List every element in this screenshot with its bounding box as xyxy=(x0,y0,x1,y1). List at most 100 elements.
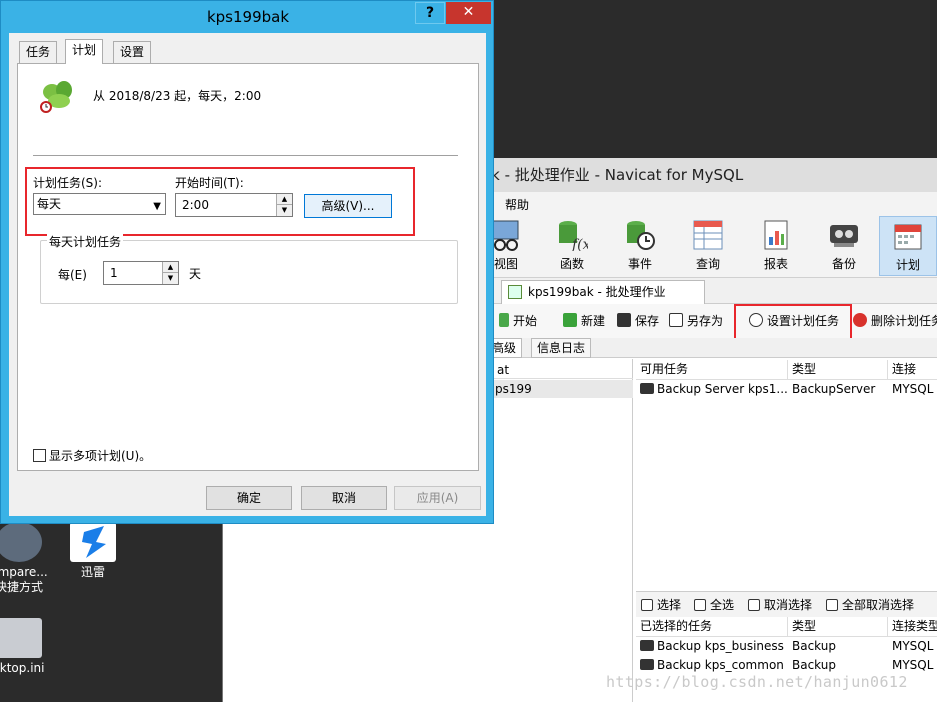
cancel-button[interactable]: 取消 xyxy=(301,486,387,510)
function-icon: f(x) xyxy=(556,219,596,253)
tab-info-log[interactable]: 信息日志 xyxy=(531,338,592,358)
column-header[interactable]: 连接 xyxy=(888,360,937,379)
task-name: Backup Server kps1... xyxy=(657,382,788,396)
save-label: 保存 xyxy=(635,314,660,328)
ribbon-event[interactable]: 事件 xyxy=(611,216,669,276)
table-row[interactable]: Backup Server kps1... BackupServer MYSQL xyxy=(636,380,937,399)
backup-task-icon xyxy=(640,383,654,394)
select-all-button[interactable]: 全选 xyxy=(694,596,734,614)
schedule-panel: 从 2018/8/23 起，每天，2:00 计划任务(S): 每天 ▼ 开始时间… xyxy=(17,63,479,471)
desktop-icon-ini[interactable]: sktop.ini xyxy=(0,618,54,676)
start-button[interactable]: 开始 xyxy=(499,312,537,330)
task-conn-cell: MYSQL xyxy=(892,639,934,653)
tab-task[interactable]: 任务 xyxy=(19,41,58,63)
new-button[interactable]: 新建 xyxy=(563,312,605,330)
ribbon-function[interactable]: f(x) 函数 xyxy=(543,216,601,276)
tab-batch-job[interactable]: kps199bak - 批处理作业 xyxy=(501,280,705,304)
watermark: https://blog.csdn.net/hanjun0612 xyxy=(606,673,908,691)
deselect-icon xyxy=(748,599,760,611)
ribbon-label: 函数 xyxy=(559,257,584,271)
group-title: 每天计划任务 xyxy=(47,233,124,250)
start-label: 开始 xyxy=(513,314,538,328)
task-conn-cell: MYSQL xyxy=(892,382,934,396)
tab-settings[interactable]: 设置 xyxy=(113,41,152,63)
deselect-button[interactable]: 取消选择 xyxy=(748,596,812,614)
ribbon-label: 备份 xyxy=(831,257,856,271)
select-label: 选择 xyxy=(657,598,682,612)
view-icon xyxy=(490,219,522,251)
task-name: Backup kps_common xyxy=(657,658,784,672)
select-button[interactable]: 选择 xyxy=(641,596,681,614)
every-days-value: 1 xyxy=(110,266,118,280)
tab-schedule[interactable]: 计划 xyxy=(65,39,104,64)
deselect-all-label: 全部取消选择 xyxy=(842,598,915,612)
backup-task-icon xyxy=(640,640,654,651)
delete-icon xyxy=(853,313,867,327)
task-name-cell: Backup kps_business xyxy=(636,637,788,656)
ribbon-label: 计划 xyxy=(895,258,920,272)
delete-schedule-button[interactable]: 删除计划任务 xyxy=(853,312,937,330)
table-row[interactable]: Backup kps_business Backup MYSQL xyxy=(636,637,937,656)
ok-button[interactable]: 确定 xyxy=(206,486,292,510)
save-as-button[interactable]: 另存为 xyxy=(669,312,723,330)
deselect-all-button[interactable]: 全部取消选择 xyxy=(826,596,914,614)
schedule-summary: 从 2018/8/23 起，每天，2:00 xyxy=(93,89,262,103)
close-button[interactable]: ✕ xyxy=(446,2,491,24)
batch-job-icon xyxy=(508,285,522,299)
help-button[interactable]: ? xyxy=(415,2,445,24)
task-name-cell: Backup Server kps1... xyxy=(636,380,788,399)
ribbon-query[interactable]: 查询 xyxy=(679,216,737,276)
available-tasks-grid: 可用任务 类型 连接 Backup Server kps1... BackupS… xyxy=(636,360,937,590)
spin-up-icon[interactable]: ▲ xyxy=(163,262,178,273)
apply-button[interactable]: 应用(A) xyxy=(394,486,481,510)
column-header[interactable]: 连接类型 xyxy=(888,617,937,636)
column-header[interactable]: 已选择的任务 xyxy=(636,617,788,636)
grid-header: 可用任务 类型 连接 xyxy=(636,360,937,380)
selection-toolbar: 选择 全选 取消选择 全部取消选择 xyxy=(636,591,937,617)
daily-schedule-group: 每天计划任务 每(E) 1 ▲ ▼ 天 xyxy=(40,233,458,304)
deselect-label: 取消选择 xyxy=(764,598,813,612)
task-scheduler-icon xyxy=(40,79,74,113)
query-icon xyxy=(692,219,724,251)
spin-down-icon[interactable]: ▼ xyxy=(163,273,178,284)
schedule-dialog: kps199bak ? ✕ 任务 计划 设置 从 2018/8/23 起，每天，… xyxy=(0,0,494,524)
task-name: Backup kps_business xyxy=(657,639,784,653)
every-unit: 天 xyxy=(189,267,202,281)
select-all-icon xyxy=(694,599,706,611)
play-icon xyxy=(499,313,509,327)
new-label: 新建 xyxy=(581,314,606,328)
delete-schedule-label: 删除计划任务 xyxy=(871,314,937,328)
desktop-icon-compare[interactable]: ompare... 快捷方式 xyxy=(0,522,54,595)
every-label: 每(E) xyxy=(58,268,87,282)
menu-help[interactable]: 帮助 xyxy=(505,196,529,213)
days-spinner[interactable]: ▲ ▼ xyxy=(162,262,178,284)
compare-shortcut-icon xyxy=(0,522,42,562)
desktop-icon-label: sktop.ini xyxy=(0,661,45,675)
highlight-set-schedule xyxy=(734,304,852,342)
multi-schedule-label: 显示多项计划(U)。 xyxy=(49,449,152,463)
every-days-field[interactable]: 1 ▲ ▼ xyxy=(103,261,179,285)
save-as-label: 另存为 xyxy=(687,314,724,328)
grid-header: 已选择的任务 类型 连接类型 xyxy=(636,617,937,637)
ribbon-backup[interactable]: 备份 xyxy=(815,216,873,276)
desktop-icon-xunlei[interactable]: 迅雷 xyxy=(58,522,128,580)
ribbon-report[interactable]: 报表 xyxy=(747,216,805,276)
event-icon xyxy=(624,219,656,251)
tab-label: kps199bak - 批处理作业 xyxy=(528,285,666,299)
task-type-cell: BackupServer xyxy=(792,382,876,396)
divider xyxy=(33,155,458,156)
xunlei-icon xyxy=(70,522,116,562)
ribbon-schedule[interactable]: 计划 xyxy=(879,216,937,276)
save-button[interactable]: 保存 xyxy=(617,312,659,330)
backup-task-icon xyxy=(640,659,654,670)
multi-schedule-checkbox[interactable] xyxy=(33,449,46,462)
deselect-all-icon xyxy=(826,599,838,611)
column-header[interactable]: 类型 xyxy=(788,360,888,379)
highlight-schedule-row xyxy=(25,167,415,236)
select-all-label: 全选 xyxy=(710,598,735,612)
column-header[interactable]: 类型 xyxy=(788,617,888,636)
schedule-icon xyxy=(892,220,924,252)
svg-text:f(x): f(x) xyxy=(571,237,588,251)
desktop-icon-label: 快捷方式 xyxy=(0,580,43,594)
column-header[interactable]: 可用任务 xyxy=(636,360,788,379)
